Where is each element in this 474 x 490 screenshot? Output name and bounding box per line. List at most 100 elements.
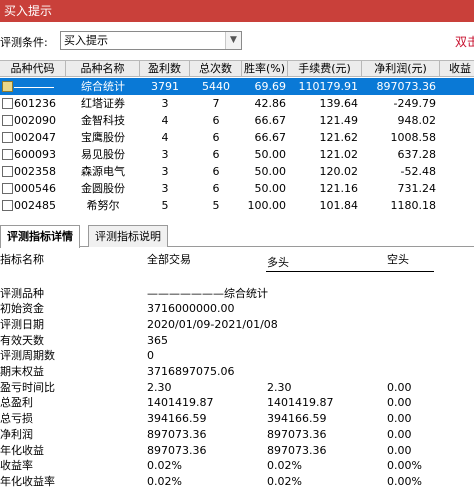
row-pnl: 1008.58 <box>390 131 437 144</box>
row-fee: 121.49 <box>319 114 359 127</box>
document-icon <box>2 115 13 126</box>
report-value-short: 0.00 <box>387 396 412 409</box>
row-code: 601236 <box>14 97 56 110</box>
report-row-label: 总亏损 <box>0 412 33 425</box>
header-divider <box>266 271 434 272</box>
row-name: 易见股份 <box>81 148 125 161</box>
table-row[interactable]: 601236 红塔证券 3 7 42.86 139.64 -249.79 <box>0 95 474 112</box>
row-pnl: 637.28 <box>397 148 437 161</box>
col-header-return[interactable]: 收益 <box>440 61 474 76</box>
tab-indicator-description[interactable]: 评测指标说明 <box>88 225 168 247</box>
report-value-all: 3716897075.06 <box>147 365 235 378</box>
condition-select[interactable]: 买入提示 ▼ <box>60 31 242 50</box>
report-header-short: 空头 <box>387 253 409 266</box>
row-rate: 50.00 <box>254 165 287 178</box>
report-row: 净利润 897073.36 897073.36 0.00 <box>0 427 474 442</box>
table-row[interactable]: 600093 易见股份 3 6 50.00 121.02 637.28 <box>0 146 474 163</box>
folder-icon <box>2 81 13 92</box>
report-value-all: 897073.36 <box>147 428 207 441</box>
col-header-name[interactable]: 品种名称 <box>66 61 140 76</box>
row-fee: 121.62 <box>319 131 359 144</box>
filter-row: 评测条件: 买入提示 ▼ 双击 <box>0 30 474 52</box>
report-header-name: 指标名称 <box>0 253 44 266</box>
report-header-long: 多头 <box>267 256 289 269</box>
row-code: 002090 <box>14 114 56 127</box>
row-total: 6 <box>212 131 220 144</box>
col-header-rate[interactable]: 胜率(%) <box>242 61 288 76</box>
report-row: 评测品种 ———————综合统计 <box>0 286 474 301</box>
row-name: 宝鹰股份 <box>81 131 125 144</box>
col-header-pnl[interactable]: 净利润(元) <box>362 61 440 76</box>
row-rate: 50.00 <box>254 182 287 195</box>
report-value-all: 3716000000.00 <box>147 302 235 315</box>
row-rate: 42.86 <box>254 97 287 110</box>
report-panel: 指标名称 全部交易 多头 空头 评测品种 ———————综合统计 初始资金 37… <box>0 252 474 490</box>
report-row: 盈亏时间比 2.30 2.30 0.00 <box>0 380 474 395</box>
summary-divider <box>14 78 66 95</box>
report-row-label: 年化收益 <box>0 444 44 457</box>
report-value-short: 0.00 <box>387 428 412 441</box>
row-win: 3 <box>161 97 169 110</box>
row-total: 6 <box>212 165 220 178</box>
filter-label: 评测条件: <box>0 36 48 49</box>
row-win: 3 <box>161 165 169 178</box>
col-header-fee[interactable]: 手续费(元) <box>288 61 362 76</box>
double-click-link[interactable]: 双击 <box>455 33 474 50</box>
report-value-all: 394166.59 <box>147 412 207 425</box>
table-row[interactable]: 002090 金智科技 4 6 66.67 121.49 948.02 <box>0 112 474 129</box>
table-row[interactable]: 002358 森源电气 3 6 50.00 120.02 -52.48 <box>0 163 474 180</box>
report-row: 收益率 0.02% 0.02% 0.00% <box>0 458 474 473</box>
report-value-all: 2020/01/09-2021/01/08 <box>147 318 278 331</box>
row-name: 森源电气 <box>81 165 125 178</box>
table-row[interactable]: 002485 希努尔 5 5 100.00 101.84 1180.18 <box>0 197 474 214</box>
chevron-down-icon[interactable]: ▼ <box>225 32 241 49</box>
report-row: 年化收益 897073.36 897073.36 0.00 <box>0 443 474 458</box>
row-fee: 101.84 <box>319 199 359 212</box>
row-name: 金圆股份 <box>81 182 125 195</box>
table-row[interactable]: 002047 宝鹰股份 4 6 66.67 121.62 1008.58 <box>0 129 474 146</box>
row-win: 3 <box>161 148 169 161</box>
row-name: 红塔证券 <box>81 97 125 110</box>
summary-pnl: 897073.36 <box>376 80 437 93</box>
row-total: 7 <box>212 97 220 110</box>
report-value-long: 0.02% <box>267 475 302 488</box>
report-value-long: 1401419.87 <box>267 396 334 409</box>
summary-row[interactable]: 综合统计 3791 5440 69.69 110179.91 897073.36 <box>0 78 474 95</box>
row-win: 5 <box>161 199 169 212</box>
report-value-short: 0.00% <box>387 475 422 488</box>
report-row-label: 收益率 <box>0 459 33 472</box>
report-row: 年化收益率 0.02% 0.02% 0.00% <box>0 474 474 489</box>
report-row-label: 净利润 <box>0 428 33 441</box>
row-pnl: -249.79 <box>393 97 436 110</box>
report-value-all: 0.02% <box>147 475 182 488</box>
row-code: 000546 <box>14 182 56 195</box>
row-total: 5 <box>212 199 220 212</box>
report-row-label: 总盈利 <box>0 396 33 409</box>
summary-fee: 110179.91 <box>298 80 359 93</box>
report-row: 初始资金 3716000000.00 <box>0 301 474 316</box>
report-row-label: 年化收益率 <box>0 475 55 488</box>
report-value-long: 394166.59 <box>267 412 327 425</box>
row-rate: 50.00 <box>254 148 287 161</box>
document-icon <box>2 98 13 109</box>
table-row[interactable]: 000546 金圆股份 3 6 50.00 121.16 731.24 <box>0 180 474 197</box>
document-icon <box>2 200 13 211</box>
row-win: 3 <box>161 182 169 195</box>
report-value-all: 0 <box>147 349 154 362</box>
col-header-win[interactable]: 盈利数 <box>140 61 190 76</box>
report-row-label: 期末权益 <box>0 365 44 378</box>
row-rate: 66.67 <box>254 114 287 127</box>
summary-name: 综合统计 <box>81 80 125 93</box>
col-header-code[interactable]: 品种代码 <box>0 61 66 76</box>
report-value-long: 0.02% <box>267 459 302 472</box>
document-icon <box>2 132 13 143</box>
document-icon <box>2 183 13 194</box>
summary-win: 3791 <box>151 80 179 93</box>
report-row: 评测周期数 0 <box>0 348 474 363</box>
report-row: 期末权益 3716897075.06 <box>0 364 474 379</box>
report-value-long: 2.30 <box>267 381 292 394</box>
row-name: 金智科技 <box>81 114 125 127</box>
tab-indicator-details[interactable]: 评测指标详情 <box>0 225 80 248</box>
col-header-total[interactable]: 总次数 <box>190 61 242 76</box>
report-value-all: 897073.36 <box>147 444 207 457</box>
